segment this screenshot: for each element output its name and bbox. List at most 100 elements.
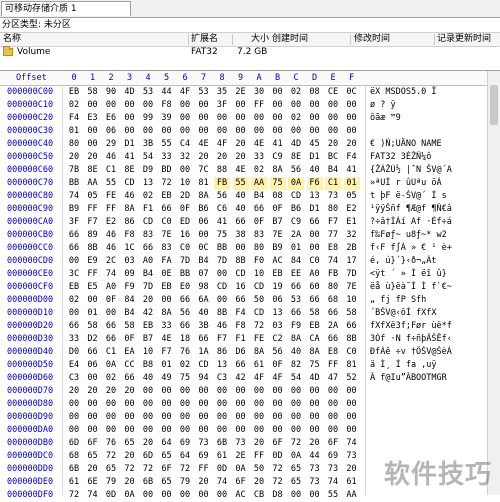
hex-byte[interactable]: 00	[233, 411, 249, 424]
hex-byte[interactable]: 00	[251, 112, 267, 125]
hex-byte[interactable]: 8B	[344, 333, 360, 346]
hex-byte[interactable]: 02	[66, 99, 82, 112]
hex-byte[interactable]: FF	[85, 203, 101, 216]
hex-byte[interactable]: 4F	[251, 372, 267, 385]
hex-byte[interactable]: 20	[196, 476, 212, 489]
hex-byte[interactable]: F4	[233, 307, 249, 320]
hex-byte[interactable]: E9	[85, 255, 101, 268]
hex-byte[interactable]: D1	[122, 138, 138, 151]
hex-byte[interactable]: 18	[177, 333, 193, 346]
hex-byte[interactable]: 40	[233, 203, 249, 216]
hex-byte[interactable]: CD	[288, 190, 304, 203]
hex-byte[interactable]: 81	[344, 359, 360, 372]
hex-byte[interactable]: 72	[288, 437, 304, 450]
hex-byte[interactable]: 00	[103, 99, 119, 112]
ascii-text[interactable]: f‹F f∫À » € ¹ è+	[370, 242, 488, 255]
hex-byte[interactable]: F1	[233, 333, 249, 346]
hex-byte[interactable]: 66	[233, 359, 249, 372]
hex-byte[interactable]: 66	[251, 203, 267, 216]
hex-byte[interactable]: 40	[288, 346, 304, 359]
hex-byte[interactable]: C2	[270, 333, 286, 346]
hex-byte[interactable]: 00	[196, 99, 212, 112]
hex-byte[interactable]: 33	[159, 151, 175, 164]
hex-byte[interactable]: 01	[343, 177, 360, 190]
hex-byte[interactable]: 00	[140, 385, 156, 398]
hex-byte[interactable]: 7B	[66, 164, 82, 177]
hex-byte[interactable]: 0F	[103, 294, 119, 307]
hex-byte[interactable]: B9	[270, 242, 286, 255]
hex-byte[interactable]: EB	[140, 320, 156, 333]
hex-byte[interactable]: C3	[214, 372, 230, 385]
hex-byte[interactable]: 7E	[270, 229, 286, 242]
hex-byte[interactable]: EB	[66, 281, 82, 294]
hex-byte[interactable]: 00	[177, 164, 193, 177]
hex-byte[interactable]: FF	[251, 99, 267, 112]
hex-byte[interactable]: 00	[122, 99, 138, 112]
hex-byte[interactable]: 46	[103, 242, 119, 255]
hex-byte[interactable]: 81	[196, 177, 212, 190]
hex-byte[interactable]: 00	[233, 424, 249, 437]
hex-byte[interactable]: 20	[233, 151, 249, 164]
hex-byte[interactable]: 00	[344, 424, 360, 437]
hex-byte[interactable]: 03	[270, 320, 286, 333]
hex-byte[interactable]: 00	[270, 385, 286, 398]
hex-byte[interactable]: 64	[177, 450, 193, 463]
hex-byte[interactable]: 58	[85, 320, 101, 333]
hex-byte[interactable]: 74	[66, 190, 82, 203]
hex-byte[interactable]: 46	[103, 229, 119, 242]
hex-byte[interactable]: BC	[325, 151, 341, 164]
hex-byte[interactable]: 40	[196, 307, 212, 320]
ascii-text[interactable]: ´BŠV@‹ôÍ fXfX	[370, 307, 488, 320]
hex-byte[interactable]: 30	[251, 86, 267, 99]
hex-row[interactable]: 000000CE0 3C FF 74 09 B4 0E BB 07 00 CD 10 EB EE A0 FB 7…	[0, 268, 488, 281]
hex-byte[interactable]: 42	[140, 307, 156, 320]
hex-byte[interactable]: D0	[66, 346, 82, 359]
hex-byte[interactable]: 75	[269, 177, 286, 190]
hex-byte[interactable]: 00	[307, 242, 323, 255]
hex-byte[interactable]: 72	[270, 463, 286, 476]
hex-byte[interactable]: 38	[233, 229, 249, 242]
hex-byte[interactable]: 20	[344, 463, 360, 476]
ascii-text[interactable]: ÐfÁê ÷v †ÖŠV@ŠèÀ	[370, 346, 488, 359]
hex-byte[interactable]: B4	[325, 164, 341, 177]
hex-byte[interactable]: 72	[251, 320, 267, 333]
hex-byte[interactable]: 6F	[85, 437, 101, 450]
hex-byte[interactable]: 00	[307, 125, 323, 138]
hex-byte[interactable]: 73	[307, 476, 323, 489]
hex-byte[interactable]: 39	[159, 112, 175, 125]
hex-byte[interactable]: 89	[85, 229, 101, 242]
hex-byte[interactable]: 0F	[177, 203, 193, 216]
hex-byte[interactable]: 88	[214, 164, 230, 177]
hex-row[interactable]: 000000DA0 00 00 00 00 00 00 00 00 00 00 00 00 00 00 00 0…	[0, 424, 488, 437]
hex-byte[interactable]: 00	[233, 125, 249, 138]
hex-byte[interactable]: 00	[103, 307, 119, 320]
hex-byte[interactable]: 00	[307, 229, 323, 242]
hex-byte[interactable]: 69	[325, 450, 341, 463]
hex-byte[interactable]: 00	[344, 385, 360, 398]
hex-byte[interactable]: 50	[251, 294, 267, 307]
ascii-text[interactable]: t þF ë-ŠV@´ Í s	[370, 190, 488, 203]
hex-byte[interactable]: F1	[140, 203, 156, 216]
hex-byte[interactable]: 00	[103, 411, 119, 424]
hex-byte[interactable]: 00	[344, 411, 360, 424]
hex-byte[interactable]: A0	[140, 255, 156, 268]
hex-byte[interactable]: 40	[233, 190, 249, 203]
hex-byte[interactable]: 00	[85, 424, 101, 437]
hex-byte[interactable]: 65	[85, 450, 101, 463]
hex-rows[interactable]: 000000C00 EB 58 90 4D 53 44 4F 53 35 2E 30 00 02 08 CE 0…	[0, 86, 488, 502]
hex-byte[interactable]: 8A	[270, 164, 286, 177]
hex-byte[interactable]: FF	[251, 450, 267, 463]
hex-byte[interactable]: 00	[196, 411, 212, 424]
ascii-text[interactable]: ëX MSDOS5.0 Î	[370, 86, 488, 99]
hex-byte[interactable]: 00	[140, 99, 156, 112]
hex-row[interactable]: 000000D20 66 58 66 58 EB 33 66 3B 46 F8 72 03 F9 EB 2A 6…	[0, 320, 488, 333]
col-ext[interactable]: 扩展名	[191, 33, 218, 46]
hex-byte[interactable]: EA	[122, 346, 138, 359]
hex-byte[interactable]: 02	[288, 112, 304, 125]
hex-byte[interactable]: 33	[159, 320, 175, 333]
hex-byte[interactable]: E0	[177, 281, 193, 294]
hex-byte[interactable]: F8	[159, 99, 175, 112]
hex-byte[interactable]: 6D	[140, 450, 156, 463]
hex-byte[interactable]: 47	[325, 372, 341, 385]
hex-byte[interactable]: C3	[66, 372, 82, 385]
